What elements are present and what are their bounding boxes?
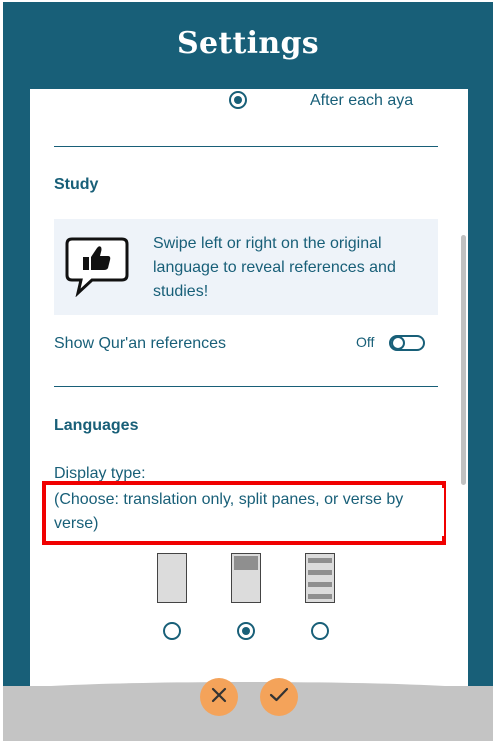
scrollbar[interactable] [461,235,466,485]
study-tip-text: Swipe left or right on the original lang… [153,235,396,300]
translation-only-radio[interactable] [163,622,181,640]
check-icon [269,687,289,708]
settings-panel: After each aya Study Swipe left or right… [30,89,468,689]
verse-by-verse-radio[interactable] [311,622,329,640]
page-title: Settings [177,26,319,61]
divider [54,146,438,147]
translation-only-layout-icon[interactable] [157,553,187,603]
thumbs-up-speech-bubble-icon [64,235,130,302]
footer-bar [3,682,493,741]
cancel-button[interactable] [200,678,238,716]
toggle-knob [391,336,405,350]
close-icon [210,686,228,709]
display-type-help: (Choose: translation only, split panes, … [54,488,444,536]
split-panes-layout-icon[interactable] [231,553,261,603]
confirm-button[interactable] [260,678,298,716]
study-section-title: Study [54,176,99,193]
after-each-aya-radio[interactable] [229,91,247,109]
divider [54,386,438,387]
study-tip-box: Swipe left or right on the original lang… [54,219,438,315]
after-each-aya-label: After each aya [310,92,414,109]
languages-section-title: Languages [54,417,139,434]
verse-by-verse-layout-icon[interactable] [305,553,335,603]
show-references-label: Show Qur'an references [54,335,227,352]
show-references-state: Off [356,334,375,350]
show-references-toggle[interactable] [389,335,425,351]
split-panes-radio[interactable] [237,622,255,640]
